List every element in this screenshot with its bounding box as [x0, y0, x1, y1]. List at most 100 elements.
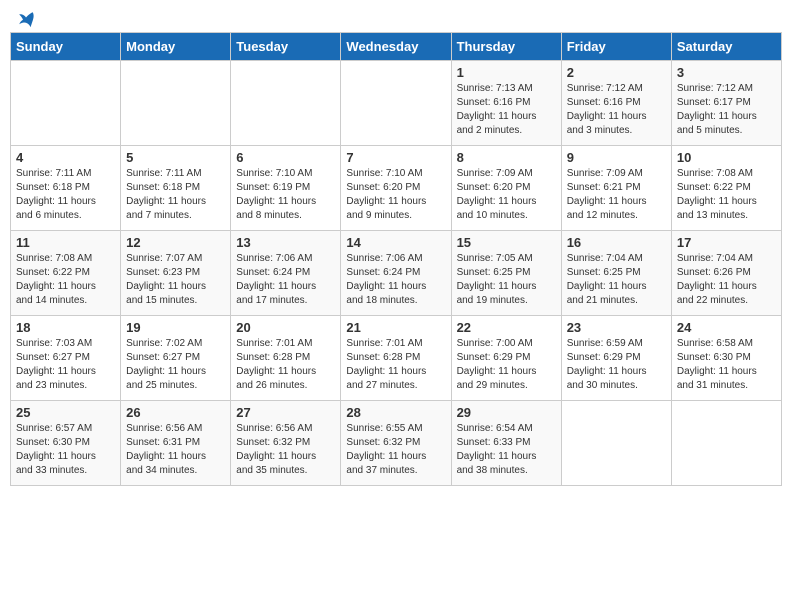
day-number: 25: [16, 405, 115, 420]
day-number: 23: [567, 320, 666, 335]
day-info: Sunrise: 7:12 AMSunset: 6:16 PMDaylight:…: [567, 82, 666, 138]
calendar-cell: 13Sunrise: 7:06 AMSunset: 6:24 PMDayligh…: [231, 231, 341, 316]
header: [10, 10, 782, 22]
calendar-cell: 5 Sunrise: 7:11 AMSunset: 6:18 PMDaylight…: [121, 146, 231, 231]
calendar-cell: 27 Sunrise: 6:56 AMSunset: 6:32 PMDayligh…: [231, 401, 341, 486]
day-info: Sunrise: 7:10 AMSunset: 6:19 PMDaylight:…: [236, 167, 335, 223]
calendar-cell: 10 Sunrise: 7:08 AMSunset: 6:22 PMDayligh…: [671, 146, 781, 231]
calendar-cell: [341, 61, 451, 146]
header-row: SundayMondayTuesdayWednesdayThursdayFrid…: [11, 33, 782, 61]
calendar-cell: 6 Sunrise: 7:10 AMSunset: 6:19 PMDaylight…: [231, 146, 341, 231]
day-info: Sunrise: 7:02 AMSunset: 6:27 PMDaylight:…: [126, 337, 225, 393]
calendar-cell: 3 Sunrise: 7:12 AMSunset: 6:17 PMDaylight…: [671, 61, 781, 146]
calendar-cell: 24 Sunrise: 6:58 AMSunset: 6:30 PMDayligh…: [671, 316, 781, 401]
day-info: Sunrise: 6:55 AMSunset: 6:32 PMDaylight:…: [346, 422, 445, 478]
day-number: 27: [236, 405, 335, 420]
calendar-cell: 16Sunrise: 7:04 AMSunset: 6:25 PMDayligh…: [561, 231, 671, 316]
day-number: 18: [16, 320, 115, 335]
day-header-saturday: Saturday: [671, 33, 781, 61]
week-row-1: 1 Sunrise: 7:13 AMSunset: 6:16 PMDaylight…: [11, 61, 782, 146]
day-info: Sunrise: 7:04 AMSunset: 6:25 PMDaylight:…: [567, 252, 666, 308]
day-number: 6: [236, 150, 335, 165]
day-number: 12: [126, 235, 225, 250]
day-number: 24: [677, 320, 776, 335]
calendar-table: SundayMondayTuesdayWednesdayThursdayFrid…: [10, 32, 782, 486]
calendar-cell: 29 Sunrise: 6:54 AMSunset: 6:33 PMDayligh…: [451, 401, 561, 486]
calendar-cell: 19 Sunrise: 7:02 AMSunset: 6:27 PMDayligh…: [121, 316, 231, 401]
calendar-cell: 1 Sunrise: 7:13 AMSunset: 6:16 PMDaylight…: [451, 61, 561, 146]
day-info: Sunrise: 6:57 AMSunset: 6:30 PMDaylight:…: [16, 422, 115, 478]
week-row-2: 4Sunrise: 7:11 AMSunset: 6:18 PMDaylight…: [11, 146, 782, 231]
day-number: 2: [567, 65, 666, 80]
day-info: Sunrise: 7:08 AMSunset: 6:22 PMDaylight:…: [16, 252, 115, 308]
day-info: Sunrise: 7:12 AMSunset: 6:17 PMDaylight:…: [677, 82, 776, 138]
calendar-cell: 14 Sunrise: 7:06 AMSunset: 6:24 PMDayligh…: [341, 231, 451, 316]
calendar-cell: 26 Sunrise: 6:56 AMSunset: 6:31 PMDayligh…: [121, 401, 231, 486]
day-number: 21: [346, 320, 445, 335]
day-info: Sunrise: 7:13 AMSunset: 6:16 PMDaylight:…: [457, 82, 556, 138]
calendar-cell: 21 Sunrise: 7:01 AMSunset: 6:28 PMDayligh…: [341, 316, 451, 401]
day-number: 13: [236, 235, 335, 250]
day-info: Sunrise: 7:11 AMSunset: 6:18 PMDaylight:…: [16, 167, 115, 223]
day-number: 8: [457, 150, 556, 165]
day-number: 1: [457, 65, 556, 80]
week-row-5: 25 Sunrise: 6:57 AMSunset: 6:30 PMDayligh…: [11, 401, 782, 486]
day-info: Sunrise: 7:01 AMSunset: 6:28 PMDaylight:…: [346, 337, 445, 393]
calendar-cell: 12 Sunrise: 7:07 AMSunset: 6:23 PMDayligh…: [121, 231, 231, 316]
calendar-cell: 17 Sunrise: 7:04 AMSunset: 6:26 PMDayligh…: [671, 231, 781, 316]
day-info: Sunrise: 7:06 AMSunset: 6:24 PMDaylight:…: [346, 252, 445, 308]
day-number: 28: [346, 405, 445, 420]
day-number: 10: [677, 150, 776, 165]
calendar-cell: 25 Sunrise: 6:57 AMSunset: 6:30 PMDayligh…: [11, 401, 121, 486]
day-number: 5: [126, 150, 225, 165]
day-number: 7: [346, 150, 445, 165]
day-header-tuesday: Tuesday: [231, 33, 341, 61]
calendar-cell: [671, 401, 781, 486]
calendar-cell: 7 Sunrise: 7:10 AMSunset: 6:20 PMDaylight…: [341, 146, 451, 231]
day-number: 19: [126, 320, 225, 335]
calendar-cell: [121, 61, 231, 146]
calendar-cell: 22Sunrise: 7:00 AMSunset: 6:29 PMDayligh…: [451, 316, 561, 401]
day-number: 15: [457, 235, 556, 250]
day-info: Sunrise: 6:56 AMSunset: 6:31 PMDaylight:…: [126, 422, 225, 478]
day-number: 14: [346, 235, 445, 250]
day-number: 29: [457, 405, 556, 420]
day-info: Sunrise: 6:59 AMSunset: 6:29 PMDaylight:…: [567, 337, 666, 393]
day-info: Sunrise: 6:56 AMSunset: 6:32 PMDaylight:…: [236, 422, 335, 478]
day-info: Sunrise: 6:54 AMSunset: 6:33 PMDaylight:…: [457, 422, 556, 478]
day-number: 26: [126, 405, 225, 420]
day-number: 3: [677, 65, 776, 80]
day-number: 20: [236, 320, 335, 335]
day-number: 17: [677, 235, 776, 250]
calendar-cell: 9 Sunrise: 7:09 AMSunset: 6:21 PMDaylight…: [561, 146, 671, 231]
calendar-cell: 18 Sunrise: 7:03 AMSunset: 6:27 PMDayligh…: [11, 316, 121, 401]
day-info: Sunrise: 7:07 AMSunset: 6:23 PMDaylight:…: [126, 252, 225, 308]
calendar-cell: [561, 401, 671, 486]
day-info: Sunrise: 7:09 AMSunset: 6:21 PMDaylight:…: [567, 167, 666, 223]
logo-bird-icon: [17, 10, 35, 28]
day-header-sunday: Sunday: [11, 33, 121, 61]
day-info: Sunrise: 7:04 AMSunset: 6:26 PMDaylight:…: [677, 252, 776, 308]
calendar-cell: 23 Sunrise: 6:59 AMSunset: 6:29 PMDayligh…: [561, 316, 671, 401]
day-header-monday: Monday: [121, 33, 231, 61]
day-number: 22: [457, 320, 556, 335]
day-number: 11: [16, 235, 115, 250]
day-info: Sunrise: 7:01 AMSunset: 6:28 PMDaylight:…: [236, 337, 335, 393]
day-info: Sunrise: 7:11 AMSunset: 6:18 PMDaylight:…: [126, 167, 225, 223]
day-info: Sunrise: 7:09 AMSunset: 6:20 PMDaylight:…: [457, 167, 556, 223]
calendar-cell: [11, 61, 121, 146]
day-header-wednesday: Wednesday: [341, 33, 451, 61]
day-info: Sunrise: 7:03 AMSunset: 6:27 PMDaylight:…: [16, 337, 115, 393]
week-row-4: 18 Sunrise: 7:03 AMSunset: 6:27 PMDayligh…: [11, 316, 782, 401]
day-info: Sunrise: 7:08 AMSunset: 6:22 PMDaylight:…: [677, 167, 776, 223]
day-info: Sunrise: 7:10 AMSunset: 6:20 PMDaylight:…: [346, 167, 445, 223]
calendar-cell: 15 Sunrise: 7:05 AMSunset: 6:25 PMDayligh…: [451, 231, 561, 316]
calendar-cell: 11 Sunrise: 7:08 AMSunset: 6:22 PMDayligh…: [11, 231, 121, 316]
day-header-thursday: Thursday: [451, 33, 561, 61]
day-info: Sunrise: 6:58 AMSunset: 6:30 PMDaylight:…: [677, 337, 776, 393]
day-header-friday: Friday: [561, 33, 671, 61]
day-info: Sunrise: 7:05 AMSunset: 6:25 PMDaylight:…: [457, 252, 556, 308]
calendar-cell: 8 Sunrise: 7:09 AMSunset: 6:20 PMDaylight…: [451, 146, 561, 231]
day-number: 9: [567, 150, 666, 165]
calendar-cell: 2 Sunrise: 7:12 AMSunset: 6:16 PMDaylight…: [561, 61, 671, 146]
